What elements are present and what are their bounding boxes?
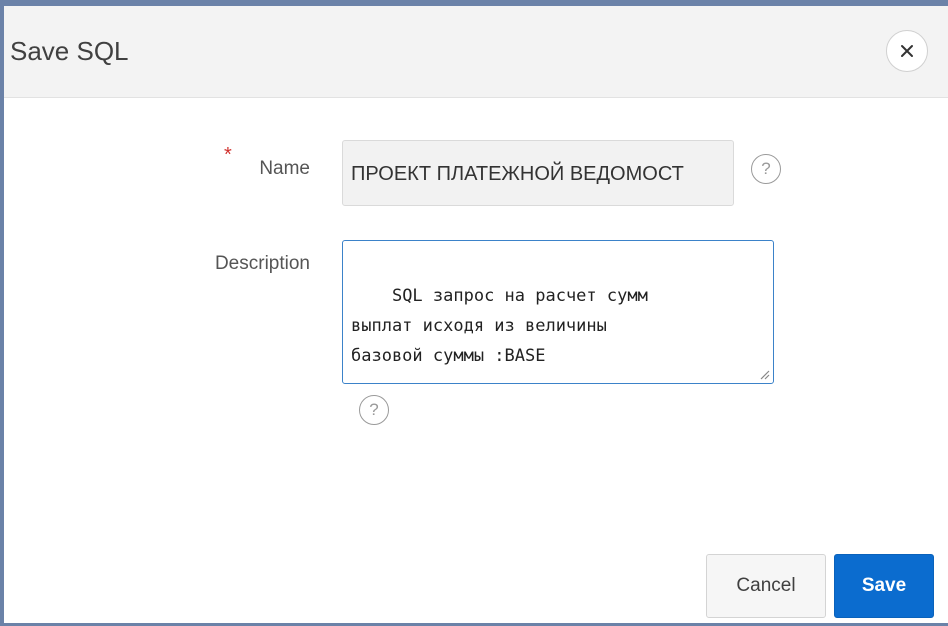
description-help-icon[interactable]: ?: [359, 395, 389, 425]
dialog-title: Save SQL: [10, 36, 129, 66]
resize-handle-icon[interactable]: [758, 368, 770, 380]
name-field[interactable]: ПРОЕКТ ПЛАТЕЖНОЙ ВЕДОМОСТ: [342, 140, 734, 206]
save-button[interactable]: Save: [834, 554, 934, 618]
description-label: Description: [214, 253, 310, 274]
description-textarea[interactable]: SQL запрос на расчет сумм выплат исходя …: [342, 240, 774, 384]
description-text: SQL запрос на расчет сумм выплат исходя …: [351, 286, 648, 366]
name-label: Name: [259, 158, 310, 179]
close-button[interactable]: [886, 30, 928, 72]
save-sql-dialog: Save SQL * Name ПРОЕКТ ПЛАТЕЖНОЙ ВЕДОМОС…: [0, 0, 948, 626]
name-help-icon[interactable]: ?: [751, 154, 781, 184]
cancel-button[interactable]: Cancel: [706, 554, 826, 618]
close-icon: [901, 45, 913, 57]
dialog-title-bar: Save SQL: [4, 6, 948, 98]
